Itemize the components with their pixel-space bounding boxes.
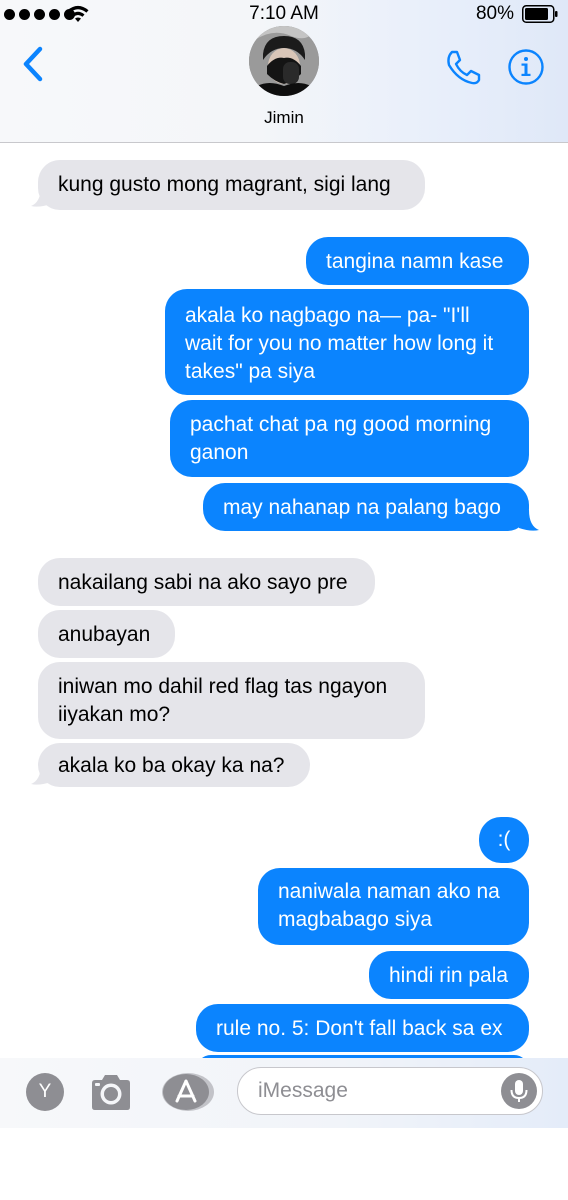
info-icon[interactable] xyxy=(507,48,545,86)
outgoing-message[interactable]: hindi rin pala xyxy=(369,951,529,999)
incoming-message[interactable]: iniwan mo dahil red flag tas ngayon iiya… xyxy=(38,662,425,739)
outgoing-message[interactable]: may nahanap na palang bago xyxy=(203,483,529,531)
incoming-message[interactable]: akala ko ba okay ka na? xyxy=(38,743,310,787)
back-chevron-icon[interactable] xyxy=(18,44,54,84)
app-store-icon[interactable] xyxy=(161,1072,215,1112)
outgoing-message[interactable]: rule no. 5: Don't fall back sa ex xyxy=(196,1004,529,1052)
compose-bar: Y xyxy=(0,1058,568,1128)
message-thread[interactable]: kung gusto mong magrant, sigi lang tangi… xyxy=(0,143,568,1058)
contact-avatar[interactable] xyxy=(249,26,319,96)
conversation-header: 7:10 AM 80% Jimin xyxy=(0,0,568,143)
outgoing-message[interactable]: akala ko nagbago na— pa- "I'll wait for … xyxy=(165,289,529,395)
microphone-icon[interactable] xyxy=(501,1073,537,1109)
message-input[interactable] xyxy=(258,1076,488,1106)
outgoing-message[interactable]: naniwala naman ako na magbabago siya xyxy=(258,868,529,945)
incoming-message[interactable]: kung gusto mong magrant, sigi lang xyxy=(38,160,425,210)
outgoing-message[interactable]: tangina namn kase xyxy=(306,237,529,285)
phone-icon[interactable] xyxy=(443,48,483,86)
battery-percentage: 80% xyxy=(475,3,514,24)
apps-button[interactable]: Y xyxy=(26,1073,64,1111)
outgoing-message[interactable]: pachat chat pa ng good morning ganon xyxy=(170,400,529,477)
camera-icon[interactable] xyxy=(88,1072,134,1112)
message-input-container[interactable] xyxy=(237,1067,543,1115)
outgoing-message[interactable]: :( xyxy=(479,817,529,863)
incoming-message[interactable]: anubayan xyxy=(38,610,175,658)
contact-name[interactable]: Jimin xyxy=(0,108,568,128)
incoming-message[interactable]: nakailang sabi na ako sayo pre xyxy=(38,558,375,606)
battery-icon xyxy=(522,5,558,23)
